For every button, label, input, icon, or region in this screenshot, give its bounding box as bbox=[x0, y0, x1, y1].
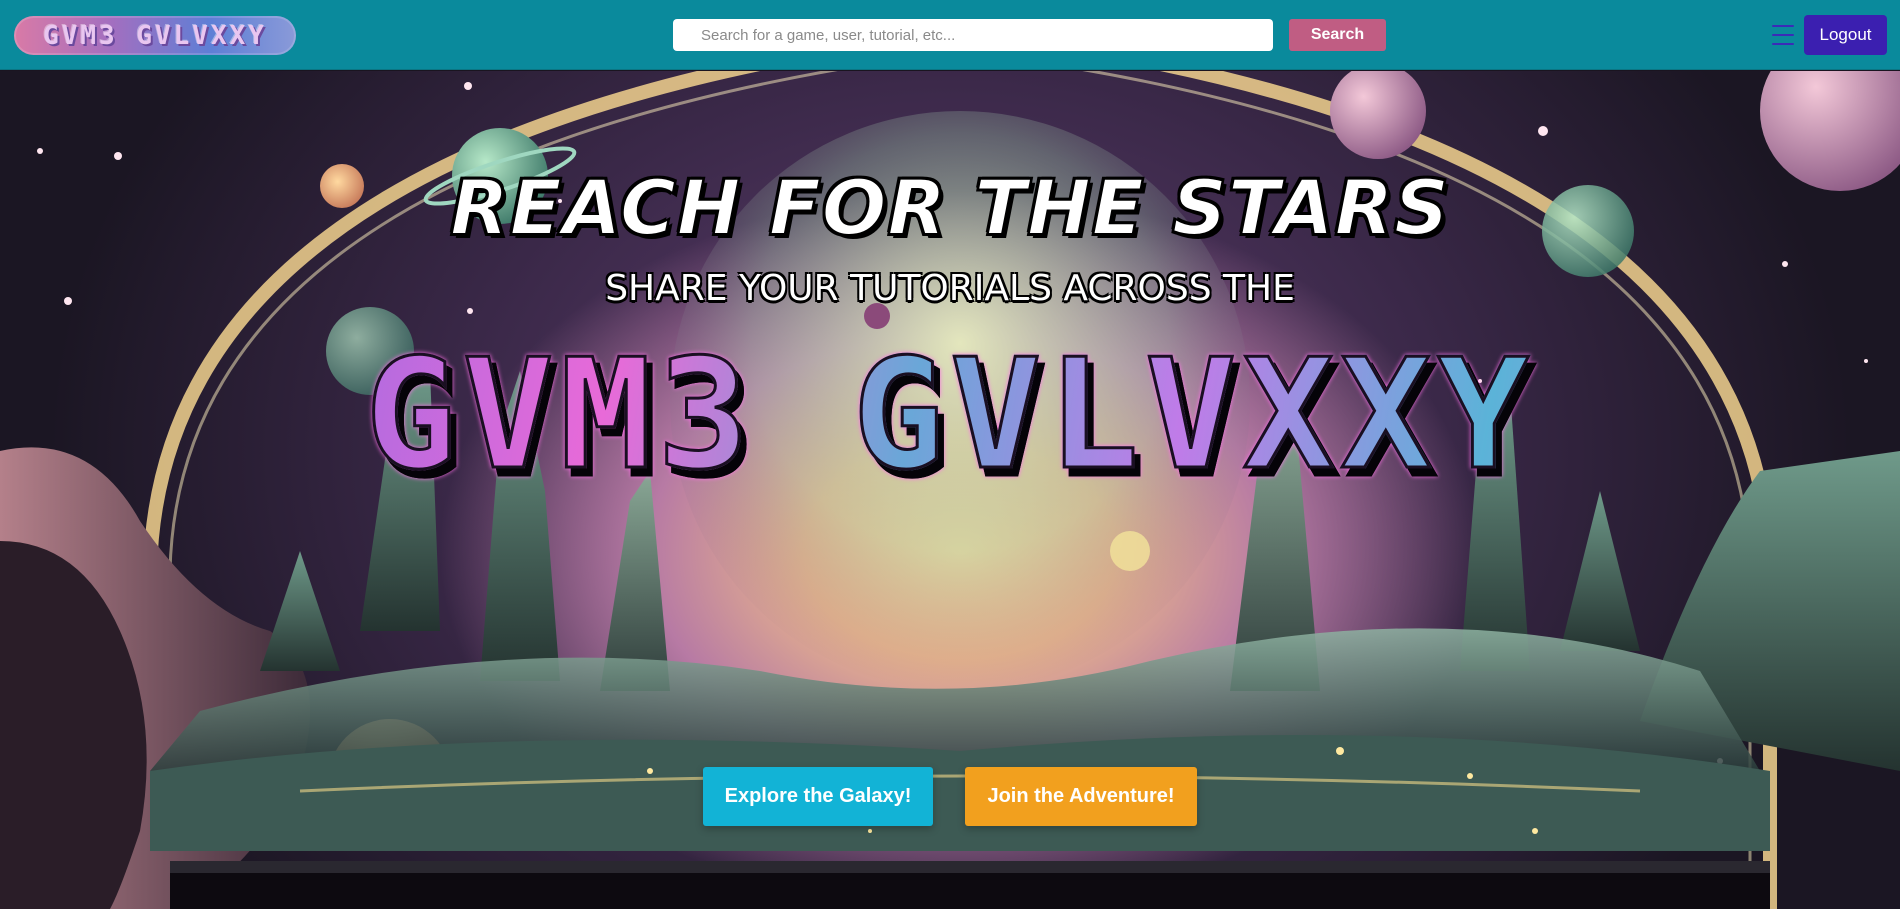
hamburger-menu-icon[interactable] bbox=[1772, 25, 1794, 45]
explore-galaxy-button[interactable]: Explore the Galaxy! bbox=[703, 767, 933, 826]
site-logo[interactable]: GVM3 GVLVXXY bbox=[14, 16, 296, 55]
hero-section: REACH FOR THE STARS SHARE YOUR TUTORIALS… bbox=[0, 71, 1900, 909]
logout-button[interactable]: Logout bbox=[1804, 15, 1887, 55]
hero-site-title: GVM3 GVLVXXY bbox=[0, 337, 1900, 492]
hero-subheadline: SHARE YOUR TUTORIALS ACROSS THE bbox=[605, 268, 1295, 309]
site-logo-text: GVM3 GVLVXXY bbox=[43, 20, 267, 51]
hero-headline: REACH FOR THE STARS bbox=[449, 162, 1450, 253]
top-navbar: GVM3 GVLVXXY Search Logout bbox=[0, 0, 1900, 70]
search-box bbox=[673, 19, 1273, 51]
join-adventure-button[interactable]: Join the Adventure! bbox=[965, 767, 1197, 826]
search-input[interactable] bbox=[673, 19, 1273, 51]
search-button[interactable]: Search bbox=[1289, 19, 1386, 51]
